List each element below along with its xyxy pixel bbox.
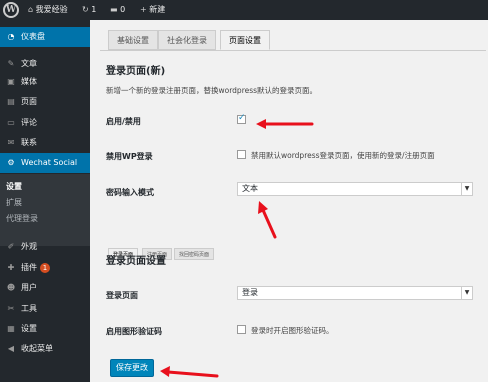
arrow-to-password-mode	[261, 208, 277, 239]
arrow-to-save-button	[166, 370, 219, 378]
arrowhead-enable	[256, 119, 266, 129]
arrowhead-save	[160, 366, 170, 377]
annotation-arrows	[160, 119, 314, 378]
